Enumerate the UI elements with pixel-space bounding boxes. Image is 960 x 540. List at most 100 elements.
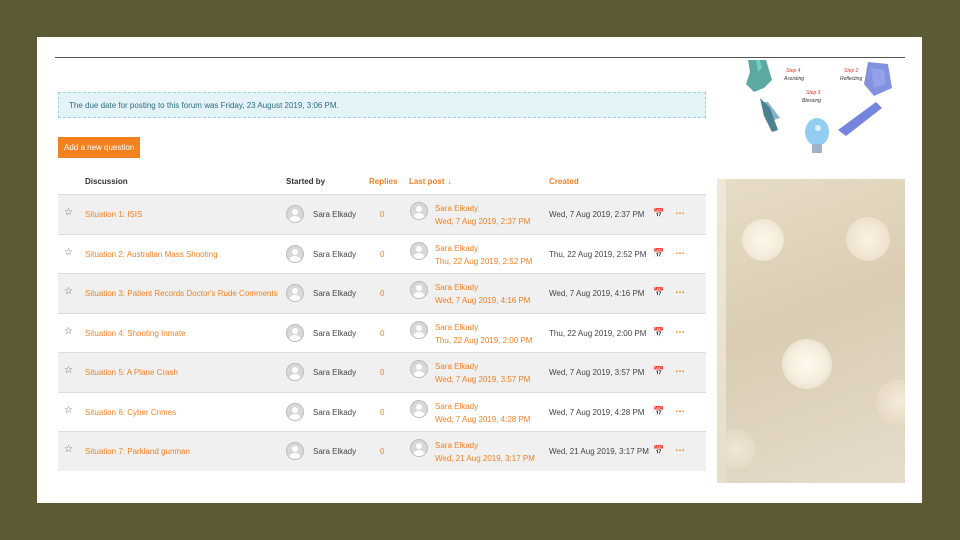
- last-post-author[interactable]: Sara Elkady: [435, 402, 478, 411]
- discussion-subject-link[interactable]: Situation 7: Parkland gunman: [85, 447, 190, 456]
- table-row: ☆ Situation 7: Parkland gunman Sara Elkady…: [58, 431, 706, 471]
- created-date: Wed, 7 Aug 2019, 4:16 PM: [549, 289, 645, 298]
- ellipsis-icon[interactable]: …: [675, 206, 685, 217]
- calendar-icon[interactable]: 📅: [653, 327, 664, 338]
- ellipsis-icon[interactable]: …: [675, 443, 685, 454]
- table-header: Discussion Started by Replies Last post ↓…: [58, 170, 706, 194]
- calendar-icon[interactable]: 📅: [653, 366, 664, 377]
- replies-count[interactable]: 0: [380, 368, 384, 377]
- replies-count[interactable]: 0: [380, 408, 384, 417]
- started-by-name: Sara Elkady: [313, 407, 357, 417]
- star-icon[interactable]: ☆: [64, 365, 73, 376]
- avatar[interactable]: [410, 439, 428, 457]
- replies-count[interactable]: 0: [380, 447, 384, 456]
- bokeh-edge: [717, 179, 726, 483]
- last-post-date-link[interactable]: Wed, 7 Aug 2019, 4:16 PM: [435, 296, 530, 305]
- table-row: ☆ Situation 5: A Plane Crash Sara Elkady 0 S…: [58, 352, 706, 392]
- replies-count[interactable]: 0: [380, 289, 384, 298]
- created-date: Wed, 7 Aug 2019, 2:37 PM: [549, 210, 645, 219]
- column-started-by[interactable]: Started by: [286, 177, 325, 186]
- last-post-date-link[interactable]: Thu, 22 Aug 2019, 2:52 PM: [435, 257, 532, 266]
- replies-count[interactable]: 0: [380, 329, 384, 338]
- last-post-date-link[interactable]: Wed, 21 Aug 2019, 3:17 PM: [435, 454, 535, 463]
- avatar[interactable]: [410, 281, 428, 299]
- discussion-subject-link[interactable]: Situation 4: Shooting Inmate: [85, 329, 186, 338]
- steps-diagram-graphic: Step 4 Assisting Step 2 Reflecting Step …: [746, 60, 892, 153]
- started-by-name: Sara Elkady: [313, 368, 357, 377]
- created-date: Thu, 22 Aug 2019, 2:00 PM: [549, 328, 647, 338]
- last-post-label: Last post: [409, 177, 445, 186]
- last-post-date-link[interactable]: Wed, 7 Aug 2019, 3:57 PM: [435, 375, 530, 384]
- avatar[interactable]: [410, 241, 428, 260]
- avatar[interactable]: [410, 360, 428, 378]
- replies-count[interactable]: 0: [380, 250, 384, 259]
- started-by-name: Sara Elkady: [313, 249, 357, 259]
- last-post-author[interactable]: Sara Elkady: [435, 204, 478, 213]
- column-last-post[interactable]: Last post ↓: [409, 177, 452, 186]
- ellipsis-icon[interactable]: …: [675, 325, 685, 336]
- discussion-subject-link[interactable]: Situation 1: ISIS: [85, 210, 142, 219]
- created-date: Wed, 7 Aug 2019, 3:57 PM: [549, 368, 645, 377]
- discussion-subject-link[interactable]: Situation 6: Cyber Crimes: [85, 408, 176, 417]
- calendar-icon[interactable]: 📅: [653, 406, 664, 417]
- calendar-icon[interactable]: 📅: [653, 208, 664, 219]
- calendar-icon[interactable]: 📅: [653, 248, 664, 259]
- table-row: ☆ Situation 6: Cyber Crimes Sara Elkady 0 Sa…: [58, 391, 706, 432]
- created-date: Wed, 7 Aug 2019, 4:28 PM: [549, 407, 645, 417]
- star-icon[interactable]: ☆: [64, 326, 73, 337]
- started-by-name: Sara Elkady: [313, 328, 357, 338]
- step4-caption: Assisting: [783, 76, 804, 82]
- star-icon[interactable]: ☆: [64, 444, 73, 455]
- avatar[interactable]: [286, 205, 304, 223]
- last-post-author[interactable]: Sara Elkady: [435, 323, 478, 332]
- avatar[interactable]: [286, 284, 304, 302]
- avatar[interactable]: [286, 323, 304, 342]
- discussion-subject-link[interactable]: Situation 2: Australian Mass Shooting: [85, 250, 218, 259]
- star-icon[interactable]: ☆: [64, 405, 73, 416]
- column-created[interactable]: Created: [549, 177, 579, 186]
- last-post-author[interactable]: Sara Elkady: [435, 244, 478, 253]
- bokeh-background-image: [726, 179, 905, 483]
- sort-desc-arrow-icon[interactable]: ↓: [448, 177, 452, 186]
- discussion-subject-link[interactable]: Situation 5: A Plane Crash: [85, 368, 178, 377]
- avatar[interactable]: [286, 244, 304, 263]
- bokeh-orb: [876, 379, 905, 425]
- last-post-date-link[interactable]: Wed, 7 Aug 2019, 2:37 PM: [435, 217, 530, 226]
- replies-count[interactable]: 0: [380, 210, 384, 219]
- avatar[interactable]: [286, 363, 304, 381]
- step2-caption: Reflecting: [840, 76, 862, 82]
- last-post-date-link[interactable]: Thu, 22 Aug 2019, 2:00 PM: [435, 336, 532, 345]
- discussion-rows: ☆ Situation 1: ISIS Sara Elkady 0 Sara Elkad…: [58, 194, 706, 471]
- last-post-author[interactable]: Sara Elkady: [435, 362, 478, 371]
- bokeh-orb: [742, 219, 784, 261]
- created-date: Thu, 22 Aug 2019, 2:52 PM: [549, 249, 647, 259]
- table-row: ☆ Situation 1: ISIS Sara Elkady 0 Sara Elkad…: [58, 194, 706, 234]
- ellipsis-icon[interactable]: …: [675, 404, 685, 415]
- steps-diagram-image: Step 4 Assisting Step 2 Reflecting Step …: [726, 58, 904, 176]
- ellipsis-icon[interactable]: …: [675, 285, 685, 296]
- discussion-subject-link[interactable]: Situation 3: Patient Records Doctor's Ru…: [85, 289, 278, 298]
- last-post-author[interactable]: Sara Elkady: [435, 441, 478, 450]
- step3-caption: Blessing: [802, 98, 821, 104]
- avatar[interactable]: [286, 442, 304, 460]
- ellipsis-icon[interactable]: …: [675, 246, 685, 257]
- avatar[interactable]: [410, 399, 428, 418]
- star-icon[interactable]: ☆: [64, 247, 73, 258]
- add-new-question-button[interactable]: Add a new question: [58, 137, 140, 158]
- column-discussion[interactable]: Discussion: [85, 177, 128, 186]
- last-post-date-link[interactable]: Wed, 7 Aug 2019, 4:28 PM: [435, 415, 530, 424]
- avatar[interactable]: [410, 320, 428, 339]
- last-post-author[interactable]: Sara Elkady: [435, 283, 478, 292]
- star-icon[interactable]: ☆: [64, 207, 73, 218]
- discussion-table: Discussion Started by Replies Last post ↓…: [58, 170, 706, 471]
- star-icon[interactable]: ☆: [64, 286, 73, 297]
- avatar[interactable]: [410, 202, 428, 220]
- table-row: ☆ Situation 2: Australian Mass Shooting Sa…: [58, 233, 706, 274]
- ellipsis-icon[interactable]: …: [675, 364, 685, 375]
- due-date-notice: The due date for posting to this forum w…: [58, 92, 706, 118]
- avatar[interactable]: [286, 402, 304, 421]
- step2-label: Step 2: [844, 68, 859, 74]
- calendar-icon[interactable]: 📅: [653, 287, 664, 298]
- calendar-icon[interactable]: 📅: [653, 445, 664, 456]
- column-replies[interactable]: Replies: [369, 177, 397, 186]
